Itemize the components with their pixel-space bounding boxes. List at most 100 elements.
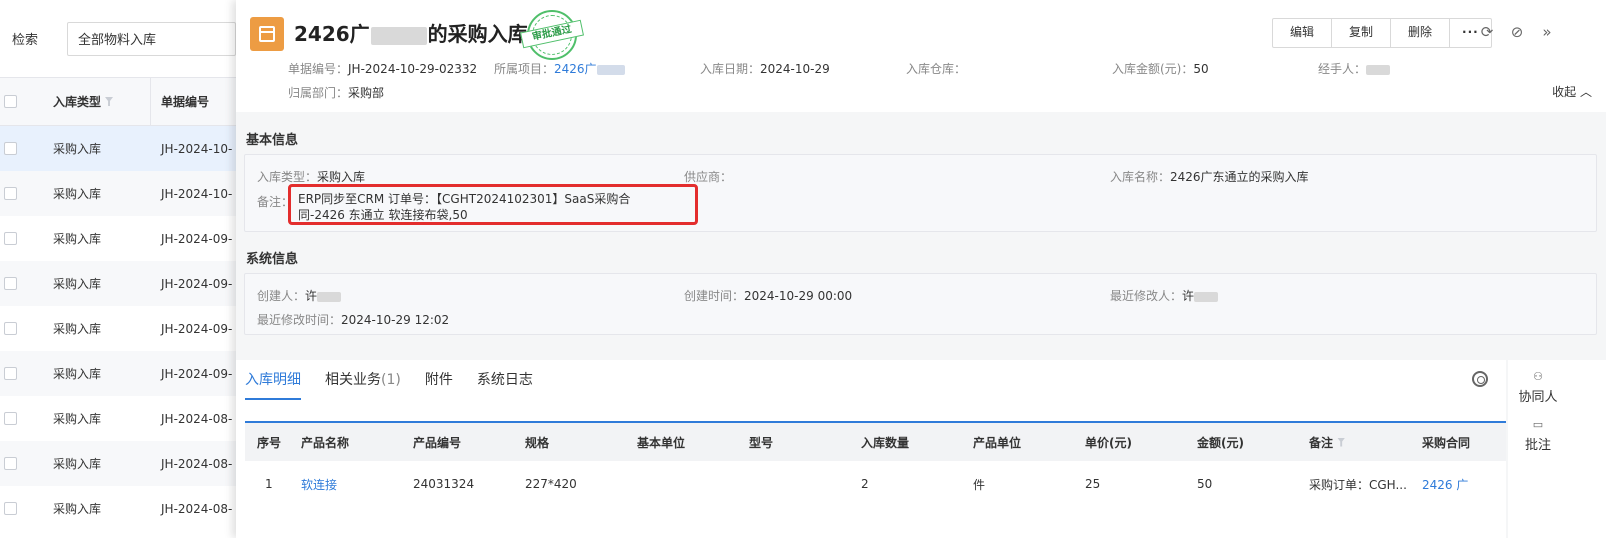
meta-amount: 入库金额(元)：50	[1112, 62, 1209, 76]
list-item[interactable]: 采购入库 JH-2024-09-0	[0, 306, 236, 351]
row-checkbox[interactable]	[4, 232, 17, 245]
grid-header: 序号 产品名称 产品编号 规格 基本单位 型号 入库数量 产品单位 单价(元) …	[245, 423, 1506, 461]
row-checkbox[interactable]	[4, 457, 17, 470]
meta-doc-no: 单据编号：JH-2024-10-29-02332	[288, 62, 478, 76]
list-item[interactable]: 采购入库 JH-2024-08-3	[0, 396, 236, 441]
meta-warehouse: 入库仓库：	[906, 62, 967, 76]
row-checkbox[interactable]	[4, 367, 17, 380]
grid-col-seq: 序号	[257, 435, 282, 450]
list-item[interactable]: 采购入库 JH-2024-09-0	[0, 261, 236, 306]
list-item-no: JH-2024-09-0	[161, 276, 233, 291]
grid-col-unit: 基本单位	[637, 435, 686, 450]
delete-button[interactable]: 删除	[1391, 19, 1451, 47]
list-item-no: JH-2024-09-0	[161, 321, 233, 336]
row-checkbox[interactable]	[4, 277, 17, 290]
list-item-no: JH-2024-10-0	[161, 186, 233, 201]
grid-col-code: 产品编号	[413, 435, 462, 450]
field-name: 入库名称：2426广东通立的采购入库	[1110, 170, 1309, 184]
list-rows: 采购入库 JH-2024-10-2 采购入库 JH-2024-10-0 采购入库 JH-2…	[0, 126, 236, 531]
tab-inbound-details[interactable]: 入库明细	[245, 360, 301, 400]
list-item-no: JH-2024-08-2	[161, 501, 233, 516]
search-scope-select[interactable]: 全部物料入库	[66, 21, 236, 56]
grid-col-model: 型号	[749, 435, 774, 450]
cell-seq: 1	[265, 477, 273, 491]
grid-col-price: 单价(元)	[1085, 435, 1132, 450]
page-title: 2426广 的采购入库	[294, 18, 528, 47]
redacted-block	[370, 26, 427, 45]
list-item-type: 采购入库	[53, 142, 102, 156]
row-checkbox[interactable]	[4, 322, 17, 335]
approved-stamp: 审批通过	[520, 10, 584, 60]
search-row: 检索 全部物料入库	[0, 0, 236, 78]
col-type-label: 入库类型	[53, 95, 102, 109]
detail-grid: 序号 产品名称 产品编号 规格 基本单位 型号 入库数量 产品单位 单价(元) …	[245, 421, 1506, 507]
row-checkbox[interactable]	[4, 187, 17, 200]
list-item-no: JH-2024-08-3	[161, 411, 233, 426]
list-item-type: 采购入库	[53, 502, 102, 516]
list-item[interactable]: 采购入库 JH-2024-08-3	[0, 441, 236, 486]
filter-icon[interactable]	[1337, 437, 1346, 447]
list-item[interactable]: 采购入库 JH-2024-10-0	[0, 171, 236, 216]
list-item-no: JH-2024-10-2	[161, 141, 233, 156]
list-item[interactable]: 采购入库 JH-2024-09-2	[0, 216, 236, 261]
system-info-box: 创建人：许 创建时间：2024-10-29 00:00 最近修改人：许 最近修改…	[244, 273, 1597, 335]
list-item-no: JH-2024-09-0	[161, 366, 233, 381]
cell-code: 24031324	[413, 477, 475, 491]
settings-icon[interactable]	[1472, 371, 1488, 387]
record-list-panel: 检索 全部物料入库 入库类型 单据编号 采购入库 JH-2024-10-2 采购入库…	[0, 0, 236, 538]
grid-col-contract: 采购合同	[1422, 435, 1471, 450]
collaborators-button[interactable]: ⚇ 协同人	[1508, 370, 1568, 405]
row-checkbox[interactable]	[4, 502, 17, 515]
table-row: 1 软连接 24031324 227*420 2 件 25 50 采购订单：CG…	[245, 461, 1506, 507]
grid-col-name: 产品名称	[301, 435, 350, 450]
cell-price: 25	[1085, 477, 1101, 491]
list-item-type: 采购入库	[53, 367, 102, 381]
detail-panel: 2426广 的采购入库 审批通过 编辑 复制 删除 ··· ⟳ ⊘ » 单据编号：…	[236, 0, 1606, 538]
cell-product-link[interactable]: 软连接	[291, 476, 403, 493]
list-item[interactable]: 采购入库 JH-2024-10-2	[0, 126, 236, 171]
box-icon	[250, 17, 284, 51]
highlight-box	[288, 184, 698, 225]
redacted-block	[317, 291, 342, 302]
tab-attachments[interactable]: 附件	[425, 360, 453, 400]
col-no-header[interactable]: 单据编号	[151, 93, 209, 110]
cell-amount: 50	[1197, 477, 1213, 491]
col-type-header[interactable]: 入库类型	[31, 78, 151, 125]
field-type: 入库类型：采购入库	[257, 170, 366, 184]
tab-system-log[interactable]: 系统日志	[477, 360, 533, 400]
list-item-no: JH-2024-09-2	[161, 231, 233, 246]
title-suffix: 的采购入库	[427, 22, 528, 46]
copy-button[interactable]: 复制	[1332, 19, 1392, 47]
meta-dept: 归属部门：采购部	[288, 86, 385, 100]
grid-col-remark[interactable]: 备注	[1299, 434, 1412, 451]
row-checkbox[interactable]	[4, 412, 17, 425]
cell-contract-link[interactable]: 2426 广	[1412, 476, 1508, 493]
collapse-toggle[interactable]: 收起 ︿	[1552, 83, 1592, 100]
cell-spec: 227*420	[525, 477, 577, 491]
refresh-icon[interactable]: ⟳	[1479, 24, 1495, 40]
grid-col-spec: 规格	[525, 435, 550, 450]
list-item[interactable]: 采购入库 JH-2024-09-0	[0, 351, 236, 396]
action-buttons: 编辑 复制 删除 ···	[1272, 18, 1492, 48]
edit-button[interactable]: 编辑	[1273, 19, 1333, 47]
field-created: 创建时间：2024-10-29 00:00	[684, 289, 853, 303]
search-scope-value: 全部物料入库	[77, 33, 156, 48]
comments-button[interactable]: ▭ 批注	[1508, 418, 1568, 453]
system-info-title: 系统信息	[246, 252, 299, 267]
redacted-block	[596, 64, 625, 75]
pin-icon[interactable]: ⊘	[1509, 24, 1525, 40]
filter-icon[interactable]	[105, 97, 114, 106]
project-link[interactable]: 2426广	[554, 62, 597, 76]
select-all-checkbox[interactable]	[4, 95, 17, 108]
list-item-type: 采购入库	[53, 412, 102, 426]
cell-qty: 2	[861, 477, 869, 491]
list-item[interactable]: 采购入库 JH-2024-08-2	[0, 486, 236, 531]
list-item-type: 采购入库	[53, 187, 102, 201]
redacted-block	[1194, 291, 1219, 302]
chevron-up-icon: ︿	[1579, 85, 1592, 99]
expand-icon[interactable]: »	[1539, 24, 1555, 40]
row-checkbox[interactable]	[4, 142, 17, 155]
tab-related-business[interactable]: 相关业务(1)	[325, 360, 401, 400]
redacted-block	[1366, 64, 1391, 75]
user-icon: ⚇	[1533, 370, 1543, 383]
